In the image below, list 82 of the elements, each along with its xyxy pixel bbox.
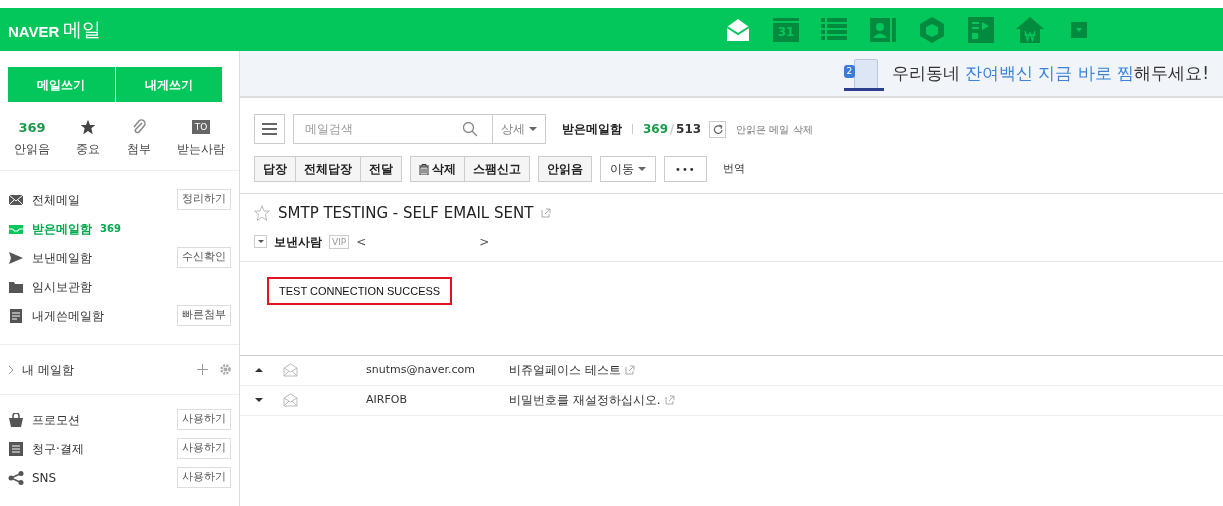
search-input[interactable]: 메일검색: [294, 115, 462, 143]
translate-button[interactable]: 번역: [722, 160, 745, 178]
share-icon: [8, 470, 24, 485]
toolbar-button[interactable]: 삭제: [411, 157, 464, 181]
service-item[interactable]: 청구·결제: [8, 439, 84, 458]
folder-action-button[interactable]: 빠른첨부: [177, 305, 231, 326]
chevron-icon: [8, 364, 14, 375]
list-icon: [8, 441, 24, 456]
adjacent-mail-row[interactable]: snutms@naver.com 비쥬얼페이스 테스트: [240, 355, 1223, 386]
sender-label: 보낸사람: [274, 233, 322, 251]
down-arrow-icon: [255, 398, 263, 402]
caret-icon: [529, 127, 537, 131]
star-icon: [80, 119, 97, 135]
toolbar-button[interactable]: 스팸신고: [464, 157, 529, 181]
unread-count: 369: [643, 121, 669, 138]
folder-item[interactable]: 전체메일: [8, 190, 80, 209]
my-mailbox-toggle[interactable]: 내 메일함: [8, 360, 74, 379]
sender-address: snutms@naver.com: [366, 361, 476, 378]
search-icon[interactable]: [462, 121, 478, 137]
ad-banner[interactable]: 2 우리동네 잔여백신 지금 바로 찜해두세요!: [240, 51, 1223, 98]
total-count: 513: [676, 121, 702, 138]
mail-subject: SMTP TESTING - SELF EMAIL SENT: [278, 203, 534, 224]
paperclip-icon: [131, 119, 146, 135]
refresh-button[interactable]: [709, 120, 727, 138]
mail-subject: 비밀번호를 재설정하십시오.: [509, 392, 661, 409]
quick-filter[interactable]: 첨부: [126, 118, 151, 158]
vaccine-illustration: 2: [843, 56, 884, 91]
send-icon: [8, 250, 24, 265]
folder-item[interactable]: 내게쓴메일함: [8, 306, 104, 325]
contact-card-icon[interactable]: [869, 15, 897, 44]
cube-icon[interactable]: [918, 15, 946, 44]
delete-unread-link[interactable]: 안읽은 메일 삭제: [736, 121, 813, 137]
toolbar-button[interactable]: 전체답장: [295, 157, 360, 181]
envelope-icon: [283, 393, 298, 407]
quick-filter[interactable]: TO 받는사람: [177, 118, 225, 158]
folder-icon: [8, 279, 24, 294]
prev-sender-button[interactable]: <: [356, 232, 367, 251]
folder-name: 받은메일함: [562, 121, 622, 138]
plus-icon[interactable]: [197, 364, 208, 375]
count-separator: /: [670, 121, 675, 138]
folder-item[interactable]: 임시보관함: [8, 277, 92, 296]
quick-filter[interactable]: 중요: [76, 118, 101, 158]
up-arrow-icon: [255, 368, 263, 372]
refresh-icon: [712, 124, 723, 134]
envelope-icon: [8, 192, 24, 207]
star-icon[interactable]: [254, 205, 270, 222]
menu-icon: [262, 123, 277, 135]
house-icon[interactable]: [1016, 15, 1044, 44]
service-action-button[interactable]: 사용하기: [177, 438, 231, 459]
caret-icon: [257, 240, 264, 243]
detail-dropdown[interactable]: 상세: [493, 114, 546, 144]
banner-text[interactable]: 우리동네 잔여백신 지금 바로 찜해두세요!: [891, 60, 1209, 87]
toolbar-button[interactable]: 안읽음: [539, 157, 591, 181]
search-field[interactable]: 메일검색: [293, 114, 493, 144]
folder-action-button[interactable]: 수신확인: [177, 247, 231, 268]
service-action-button[interactable]: 사용하기: [177, 409, 231, 430]
more-button[interactable]: •••: [664, 156, 707, 182]
quick-filter[interactable]: 369 안읽음: [14, 118, 50, 158]
mail-subject: 비쥬얼페이스 테스트: [509, 362, 621, 379]
move-dropdown[interactable]: 이동: [600, 156, 656, 182]
menu-button[interactable]: [254, 114, 285, 144]
document-icon: [8, 308, 24, 323]
folder-action-button[interactable]: 정리하기: [177, 189, 231, 210]
expand-sender-button[interactable]: [254, 235, 267, 248]
service-item[interactable]: SNS: [8, 468, 57, 487]
adjacent-mail-row[interactable]: AIRFOB 비밀번호를 재설정하십시오.: [240, 385, 1223, 416]
external-link-icon[interactable]: [541, 208, 552, 219]
shopping-bag-icon: [8, 412, 24, 427]
next-sender-button[interactable]: >: [479, 232, 490, 251]
sender-address: AIRFOB: [366, 391, 408, 408]
memo-icon[interactable]: [967, 15, 995, 44]
mail-body-text: TEST CONNECTION SUCCESS: [267, 276, 453, 305]
service-action-button[interactable]: 사용하기: [177, 467, 231, 488]
toolbar-button[interactable]: 전달: [360, 157, 401, 181]
envelope-icon: [283, 363, 298, 377]
settings-icon[interactable]: [220, 364, 231, 375]
external-link-icon[interactable]: [664, 395, 675, 405]
folder-item[interactable]: 보낸메일함: [8, 248, 92, 267]
caret-icon: [638, 167, 646, 171]
service-item[interactable]: 프로모션: [8, 410, 80, 429]
external-link-icon[interactable]: [624, 365, 635, 375]
toolbar-button[interactable]: 답장: [255, 157, 295, 181]
